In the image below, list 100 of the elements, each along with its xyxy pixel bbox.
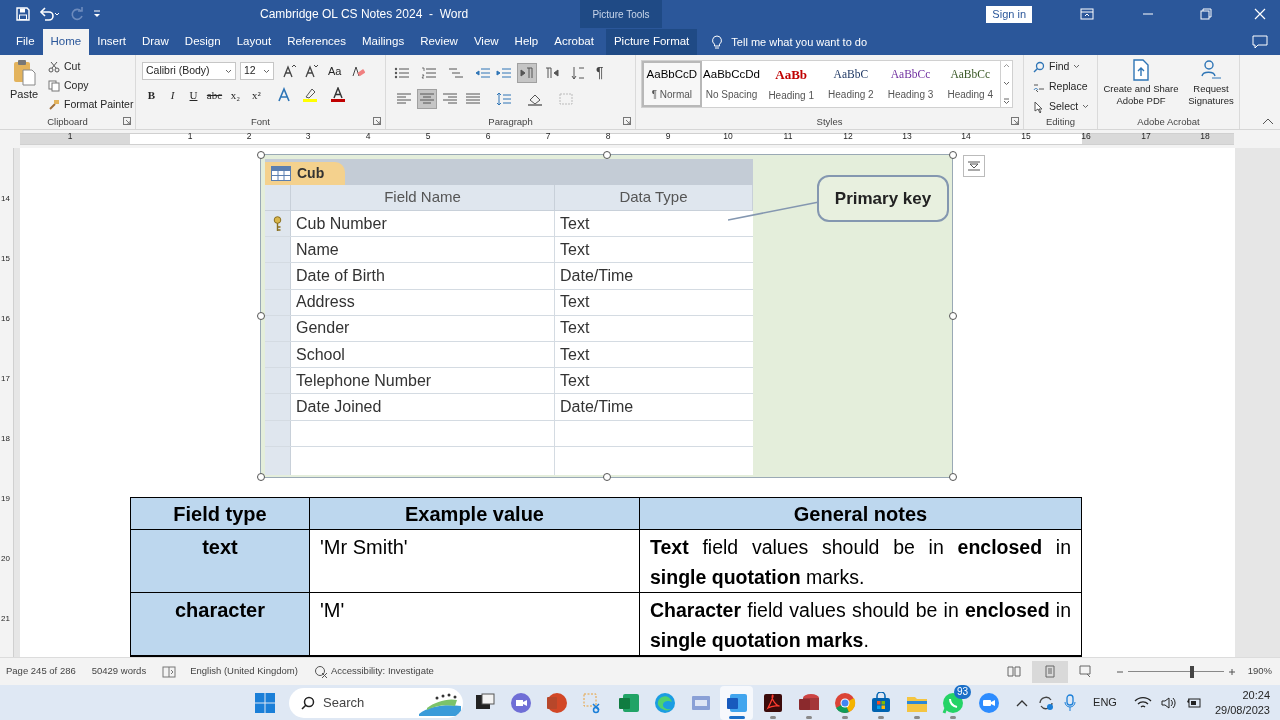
close-icon[interactable] [1254,8,1266,20]
acrobat-button[interactable]: Request Signatures [1184,55,1238,115]
accessibility-icon[interactable] [313,664,328,679]
ribbon-tab[interactable]: Acrobat [546,29,602,55]
format-button[interactable]: abc [205,86,224,104]
ribbon-tab[interactable]: Insert [89,29,134,55]
format-button[interactable]: I [163,86,182,104]
style-button[interactable]: AaBb Heading 1 [761,61,822,107]
highlighter-icon[interactable] [302,87,320,103]
page-count-text[interactable]: Page 245 of 286 [6,664,76,679]
style-button[interactable]: AaBbCc Heading 3 [880,61,941,107]
ribbon-display-icon[interactable] [1080,8,1094,20]
ribbon-tab[interactable]: References [279,29,354,55]
gallery-scroll-bar[interactable] [1000,61,1012,107]
chevron-up-icon[interactable] [1016,698,1029,707]
line-spacing-icon[interactable] [496,92,512,106]
resize-handle[interactable] [603,151,611,159]
format-button[interactable]: U [184,86,203,104]
microphone-icon[interactable] [1064,693,1077,712]
show-formatting-marks-button[interactable]: ¶ [596,62,604,83]
view-button[interactable] [1031,660,1068,683]
resize-handle[interactable] [257,312,265,320]
word-count-text[interactable]: 50429 words [91,664,147,679]
language-text[interactable]: English (United Kingdom) [190,664,298,679]
ribbon-command-button[interactable]: Select [1033,98,1090,115]
ribbon-tab[interactable]: Help [506,29,547,55]
dialog-launcher-icon[interactable] [123,117,131,125]
ribbon-command-button[interactable]: Format Painter [48,97,134,113]
object-tab[interactable]: Cub [265,162,345,185]
start-button-icon[interactable] [254,691,276,714]
proofing-icon[interactable] [162,665,177,678]
dialog-launcher-icon[interactable] [623,117,631,125]
resize-handle[interactable] [949,473,957,481]
resize-handle[interactable] [949,151,957,159]
wifi-icon[interactable] [1133,695,1152,710]
ribbon-command-button[interactable]: Cut [48,59,134,75]
change-case-button[interactable]: Aa [328,62,342,80]
resize-handle[interactable] [603,473,611,481]
text-effects-icon[interactable] [276,87,292,103]
shrink-font-icon[interactable] [304,64,318,78]
format-button[interactable]: x₂ [226,86,245,104]
zoom-level-text[interactable]: 190% [1247,664,1272,679]
scroll-up-icon[interactable] [1003,63,1011,68]
resize-handle[interactable] [257,151,265,159]
bullets-icon[interactable] [394,65,410,80]
sign-in-button[interactable]: Sign in [986,5,1032,23]
ribbon-tab[interactable]: Home [42,29,90,55]
multilevel-list-icon[interactable] [448,65,464,80]
ribbon-command-button[interactable]: Replace [1033,78,1090,95]
ribbon-tab[interactable]: Mailings [354,29,413,55]
ribbon-command-button[interactable]: Copy [48,78,134,94]
shading-bucket-icon[interactable] [527,92,543,106]
tell-me-search-field[interactable]: Tell me what you want to do [731,33,868,51]
increase-indent-icon[interactable] [496,65,512,80]
restore-icon[interactable] [1200,8,1212,20]
numbering-icon[interactable] [421,65,437,80]
language-indicator[interactable]: ENG [1093,694,1117,711]
resize-handle[interactable] [949,312,957,320]
clock-date[interactable]: 29/08/2023 [1214,702,1270,718]
font-color-icon[interactable] [330,87,346,103]
ribbon-tab[interactable]: Review [412,29,466,55]
comments-icon[interactable] [1252,35,1268,49]
font-size-combobox[interactable]: 12 [240,62,274,80]
ribbon-tab[interactable]: Layout [228,29,280,55]
decrease-indent-icon[interactable] [475,65,491,80]
text-direction-button[interactable] [517,62,537,83]
ribbon-tab[interactable]: Design [176,29,229,55]
scroll-down-icon[interactable] [1003,80,1011,86]
volume-icon[interactable] [1160,695,1177,710]
sort-icon[interactable] [571,65,587,80]
style-button[interactable]: AaBbC Heading 2 [821,61,881,107]
style-button[interactable]: AaBbCcDd No Spacing [701,61,762,107]
grow-font-icon[interactable] [282,64,296,78]
layout-options-button[interactable] [963,155,985,177]
accessibility-text[interactable]: Accessibility: Investigate [330,664,434,679]
row-selector[interactable] [265,211,291,237]
battery-icon[interactable] [1185,695,1202,710]
clear-formatting-icon[interactable] [351,64,366,78]
ribbon-tab[interactable]: File [8,29,43,55]
collapse-ribbon-icon[interactable] [1262,118,1274,125]
taskbar-app-button[interactable] [720,685,753,720]
font-name-combobox[interactable]: Calibri (Body) [142,62,236,80]
taskbar-search-field[interactable]: Search [289,687,463,718]
ribbon-tab[interactable]: Picture Format [605,29,698,55]
zoom-slider[interactable] [1127,665,1224,678]
ribbon-tab[interactable]: Draw [134,29,177,55]
style-button[interactable]: AaBbCcD ¶ Normal [642,61,702,107]
dialog-launcher-icon[interactable] [373,117,381,125]
clock-time[interactable]: 20:24 [1242,687,1270,703]
undo-icon[interactable] [39,7,61,21]
zoom-in-icon[interactable] [1227,667,1236,676]
customize-toolbar-icon[interactable] [93,9,101,19]
more-styles-icon[interactable] [1003,98,1011,105]
acrobat-button[interactable]: Create and Share Adobe PDF [1098,55,1184,115]
format-button[interactable]: B [142,86,161,104]
resize-handle[interactable] [257,473,265,481]
paste-button[interactable]: Paste [6,58,42,115]
ribbon-tab[interactable]: View [465,29,507,55]
ribbon-command-button[interactable]: Find [1033,58,1090,75]
style-button[interactable]: AaBbCc Heading 4 [940,61,1001,107]
